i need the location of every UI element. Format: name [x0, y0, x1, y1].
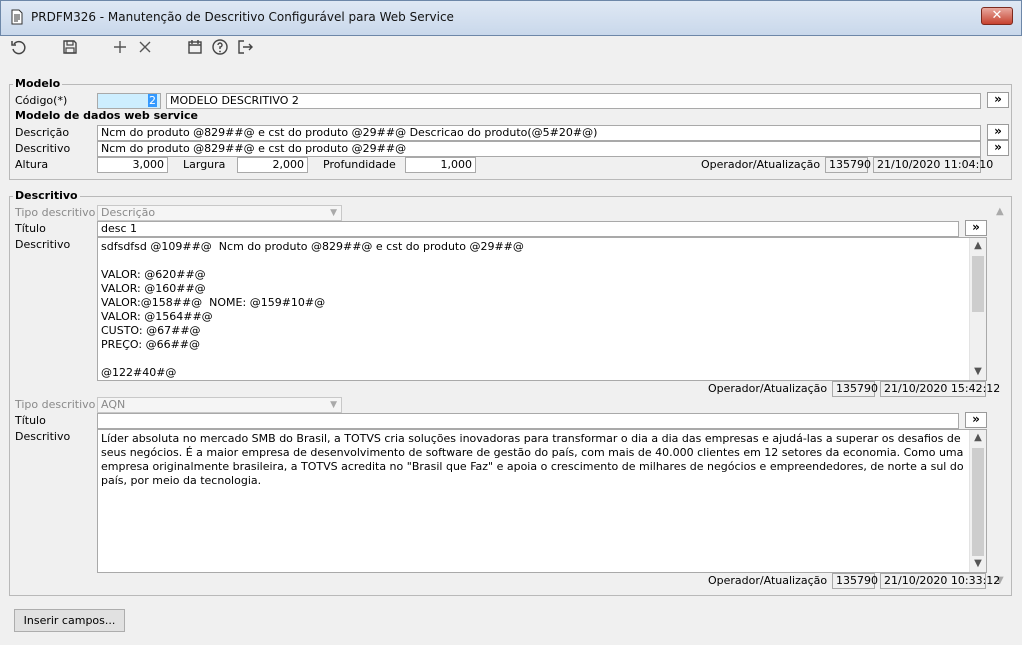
titulo-label-2: Título — [15, 414, 46, 427]
scroll-up-icon[interactable]: ▲ — [970, 430, 986, 446]
calendar-icon[interactable] — [185, 38, 205, 58]
descritivo-memo-1[interactable]: sdfsdfsd @109##@ Ncm do produto @829##@ … — [97, 237, 987, 381]
largura-label: Largura — [183, 158, 226, 171]
descricao-field[interactable]: Ncm do produto @829##@ e cst do produto … — [97, 125, 981, 141]
scroll-down-icon[interactable]: ▼ — [970, 364, 986, 380]
modelo-name-field[interactable]: MODELO DESCRITIVO 2 — [166, 93, 981, 109]
scroll-down-icon[interactable]: ▼ — [970, 556, 986, 572]
app-document-icon — [11, 9, 23, 25]
timestamp-value-1: 21/10/2020 15:42:12 — [880, 381, 1000, 397]
titulo-field-1[interactable]: desc 1 — [97, 221, 959, 237]
titulo-lookup-button-2[interactable]: » — [965, 412, 987, 428]
operador-value-1: 135790 — [832, 381, 878, 397]
titulo-label-1: Título — [15, 222, 46, 235]
descritivo-ws-field[interactable]: Ncm do produto @829##@ e cst do produto … — [97, 141, 981, 157]
descritivo-label-1: Descritivo — [15, 238, 71, 251]
titulo-field-2[interactable] — [97, 413, 959, 429]
delete-icon[interactable] — [135, 38, 155, 58]
memo-scrollbar-1[interactable]: ▲ ▼ — [969, 238, 986, 380]
operador-label-1: Operador/Atualização — [708, 382, 828, 395]
codigo-label: Código(*) — [15, 94, 68, 107]
descricao-lookup-button[interactable]: » — [987, 124, 1009, 140]
operador-value-2: 135790 — [832, 573, 878, 589]
altura-label: Altura — [15, 158, 49, 171]
tipo-descritivo-select-2[interactable]: AQN ▼ — [97, 397, 342, 413]
descritivo-ws-label: Descritivo — [15, 142, 71, 155]
modelo-legend: Modelo — [13, 77, 63, 90]
tipo-descritivo-value-2: AQN — [101, 398, 126, 411]
ws-timestamp-value: 21/10/2020 11:04:10 — [873, 157, 993, 173]
scroll-up-icon[interactable]: ▲ — [970, 238, 986, 254]
altura-field[interactable]: 3,000 — [97, 157, 168, 173]
descritivo-label-2: Descritivo — [15, 430, 71, 443]
ws-operador-label: Operador/Atualização — [701, 158, 821, 171]
descritivo-legend: Descritivo — [13, 189, 80, 202]
memo-scrollbar-2[interactable]: ▲ ▼ — [969, 430, 986, 572]
codigo-input[interactable]: 2 — [97, 93, 161, 109]
scroll-thumb[interactable] — [972, 256, 984, 312]
profundidade-label: Profundidade — [323, 158, 396, 171]
web-service-legend: Modelo de dados web service — [13, 109, 200, 122]
scroll-up-icon[interactable]: ▲ — [996, 206, 1004, 217]
descritivo-group-scrollbar[interactable]: ▲ ▼ — [994, 204, 1008, 588]
operador-label-2: Operador/Atualização — [708, 574, 828, 587]
descritivo-text-1: sdfsdfsd @109##@ Ncm do produto @829##@ … — [101, 240, 524, 379]
timestamp-value-2: 21/10/2020 10:33:12 — [880, 573, 1000, 589]
titulo-lookup-button-1[interactable]: » — [965, 220, 987, 236]
descritivo-text-2: Líder absoluta no mercado SMB do Brasil,… — [101, 432, 968, 487]
title-bar: PRDFM326 - Manutenção de Descritivo Conf… — [0, 0, 1022, 36]
descritivo-memo-2[interactable]: Líder absoluta no mercado SMB do Brasil,… — [97, 429, 987, 573]
refresh-icon[interactable] — [9, 38, 29, 58]
descritivo-ws-lookup-button[interactable]: » — [987, 140, 1009, 156]
save-icon[interactable] — [60, 38, 80, 58]
tipo-descritivo-label-1: Tipo descritivo — [15, 206, 96, 219]
exit-icon[interactable] — [235, 38, 255, 58]
chevron-down-icon: ▼ — [330, 400, 337, 410]
add-icon[interactable] — [110, 38, 130, 58]
close-button[interactable]: ✕ — [981, 7, 1013, 25]
profundidade-field[interactable]: 1,000 — [405, 157, 476, 173]
tipo-descritivo-label-2: Tipo descritivo — [15, 398, 96, 411]
modelo-lookup-button[interactable]: » — [987, 92, 1009, 108]
window-title: PRDFM326 - Manutenção de Descritivo Conf… — [31, 10, 454, 24]
inserir-campos-button[interactable]: Inserir campos... — [14, 609, 125, 632]
help-icon[interactable] — [210, 38, 230, 58]
largura-field[interactable]: 2,000 — [237, 157, 308, 173]
descricao-label: Descrição — [15, 126, 70, 139]
tipo-descritivo-select-1[interactable]: Descrição ▼ — [97, 205, 342, 221]
scroll-thumb[interactable] — [972, 448, 984, 556]
chevron-down-icon: ▼ — [330, 208, 337, 218]
ws-operador-value: 135790 — [825, 157, 871, 173]
tipo-descritivo-value-1: Descrição — [101, 206, 156, 219]
